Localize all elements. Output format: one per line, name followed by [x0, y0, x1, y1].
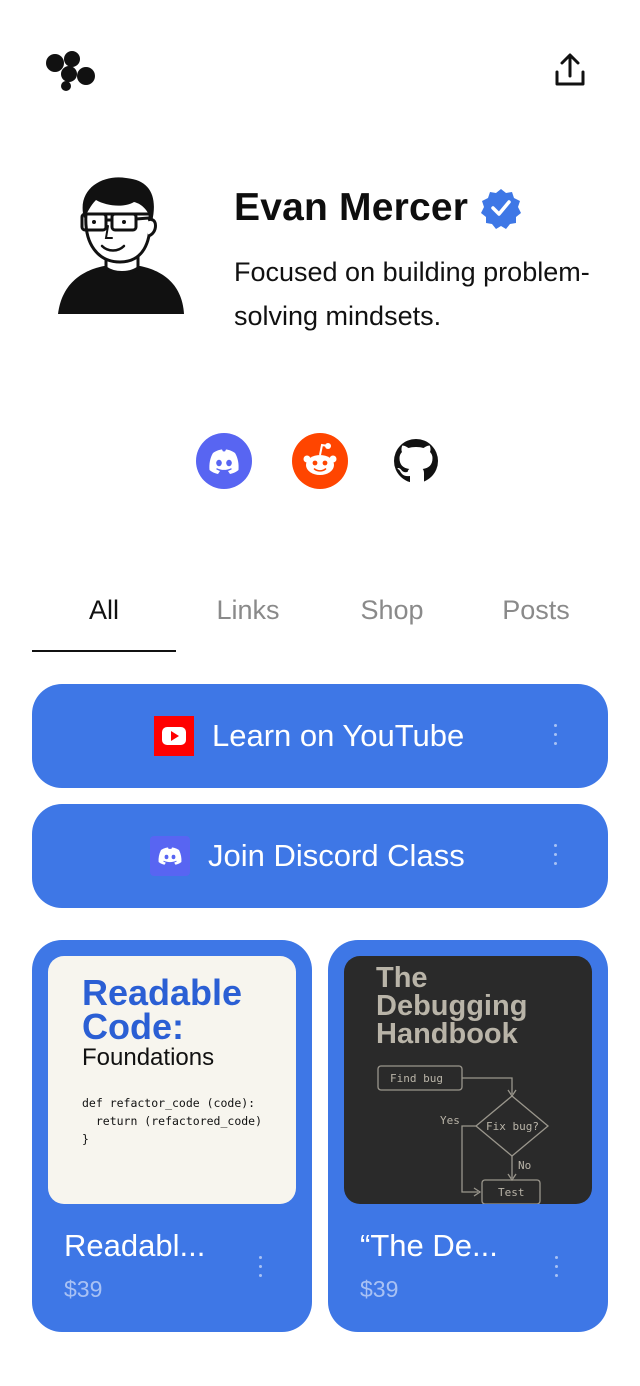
cover-code-snippet: def refactor_code (code): return (refact… — [82, 1096, 263, 1146]
reddit-icon — [292, 433, 348, 489]
youtube-link-button[interactable]: Learn on YouTube — [32, 684, 608, 788]
discord-link-more-icon[interactable] — [550, 844, 560, 872]
avatar[interactable] — [54, 174, 188, 326]
cover-title-line: Readable — [82, 972, 243, 1013]
github-social-button[interactable] — [387, 432, 445, 490]
flow-step-label: Test — [498, 1186, 525, 1199]
flow-step-label: Find bug — [390, 1072, 443, 1085]
flow-no-label: No — [518, 1159, 531, 1172]
flow-decision-label: Fix bug? — [486, 1120, 539, 1133]
github-icon — [387, 432, 445, 490]
tab-all[interactable]: All — [32, 570, 176, 652]
product-card[interactable]: Readable Code: Foundations def refactor_… — [32, 940, 312, 1332]
profile-name: Evan Mercer — [234, 186, 469, 229]
discord-icon — [196, 433, 252, 489]
discord-icon — [150, 836, 190, 876]
product-more-icon[interactable] — [551, 1256, 561, 1284]
flowchart-diagram: Find bug Fix bug? Yes No Test — [377, 1065, 550, 1204]
tab-shop[interactable]: Shop — [320, 570, 464, 652]
profile-header: Evan Mercer Focused on building problem-… — [0, 170, 640, 340]
content-tabs: All Links Shop Posts — [32, 570, 608, 652]
top-bar — [0, 0, 640, 140]
product-price: $39 — [360, 1276, 399, 1302]
youtube-link-more-icon[interactable] — [550, 724, 560, 752]
reddit-social-button[interactable] — [291, 432, 349, 490]
name-row: Evan Mercer — [234, 184, 522, 232]
youtube-link-label: Learn on YouTube — [212, 718, 465, 753]
product-cover-image: The Debugging Handbook Find bug Fix bug?… — [344, 956, 592, 1204]
profile-bio: Focused on building problem-solving mind… — [234, 257, 590, 331]
verified-badge-icon — [481, 189, 522, 229]
social-links — [0, 432, 640, 490]
product-price: $39 — [64, 1276, 103, 1302]
discord-link-label: Join Discord Class — [208, 838, 465, 873]
product-cover-image: Readable Code: Foundations def refactor_… — [48, 956, 296, 1204]
discord-link-button[interactable]: Join Discord Class — [32, 804, 608, 908]
discord-social-button[interactable] — [195, 432, 253, 490]
product-more-icon[interactable] — [255, 1256, 265, 1284]
product-title: “The De... — [360, 1228, 498, 1263]
brand-logo-icon[interactable] — [44, 50, 98, 92]
product-title: Readabl... — [64, 1228, 206, 1263]
share-icon[interactable] — [550, 50, 590, 90]
flow-yes-label: Yes — [440, 1114, 460, 1127]
tab-links[interactable]: Links — [176, 570, 320, 652]
youtube-icon — [154, 716, 194, 756]
cover-subtitle: Foundations — [82, 1044, 215, 1071]
product-card[interactable]: The Debugging Handbook Find bug Fix bug?… — [328, 940, 608, 1332]
tab-posts[interactable]: Posts — [464, 570, 608, 652]
cover-title-line: Code: — [82, 1006, 184, 1047]
